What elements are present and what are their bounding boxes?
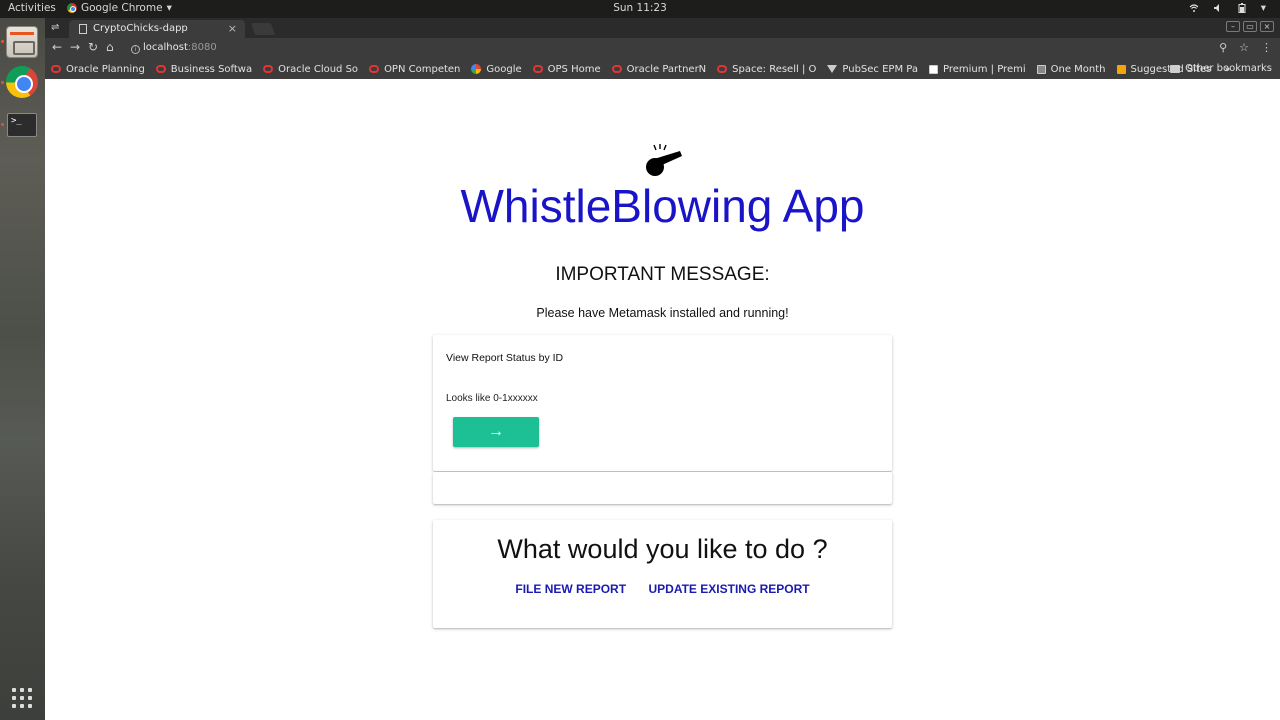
document-icon	[79, 24, 87, 34]
actions-card: What would you like to do ? FILE NEW REP…	[433, 520, 892, 628]
oracle-icon	[369, 65, 380, 73]
site-info-icon[interactable]: i	[131, 45, 140, 54]
bookmark-label: Oracle Planning	[66, 63, 145, 75]
window-controls: – ▭ ×	[1226, 21, 1274, 32]
volume-icon	[1213, 3, 1223, 13]
tab-close-icon[interactable]: ×	[228, 22, 237, 35]
close-window-icon[interactable]: ×	[1260, 21, 1274, 32]
new-tab-button[interactable]	[250, 23, 276, 35]
bookmarks-bar: Oracle Planning Business Softwa Oracle C…	[45, 59, 1280, 79]
bookmark-item[interactable]: Oracle PartnerN	[611, 63, 707, 75]
bookmark-item[interactable]: Google	[471, 63, 522, 75]
report-id-input[interactable]	[446, 393, 546, 404]
oracle-icon	[263, 65, 274, 73]
other-bookmarks-label: Other bookmarks	[1185, 63, 1272, 74]
url-host: localhost	[143, 42, 188, 53]
bookmark-label: PubSec EPM Pa	[842, 63, 918, 75]
bookmark-label: Business Softwa	[170, 63, 253, 75]
triangle-icon	[827, 65, 838, 73]
activities-button[interactable]: Activities	[8, 2, 56, 14]
bookmark-label: Oracle Cloud So	[278, 63, 359, 75]
bookmark-label: Oracle PartnerN	[626, 63, 707, 75]
folder-icon	[1170, 64, 1181, 73]
bookmark-item[interactable]: PubSec EPM Pa	[827, 64, 918, 75]
zoom-icon[interactable]: ⚲	[1219, 41, 1227, 54]
bookmark-item[interactable]: One Month	[1036, 63, 1106, 75]
tab-search-icon[interactable]: ⇌	[51, 22, 59, 33]
bookmark-star-icon[interactable]: ☆	[1239, 41, 1249, 54]
bookmark-label: Premium | Premi	[942, 63, 1026, 75]
bookmark-label: OPS Home	[547, 63, 601, 75]
bookmark-item[interactable]: Oracle Cloud So	[263, 64, 358, 75]
bookmark-item[interactable]: OPN Competen	[369, 64, 460, 75]
terminal-app-icon[interactable]: >_	[7, 113, 37, 137]
important-heading: IMPORTANT MESSAGE:	[555, 264, 770, 285]
caret-down-icon: ▾	[166, 2, 172, 14]
battery-icon	[1237, 3, 1247, 13]
dock: >_	[0, 18, 45, 720]
running-indicator	[1, 40, 4, 43]
power-menu-caret-icon: ▾	[1260, 2, 1266, 14]
bookmark-label: One Month	[1050, 63, 1106, 75]
system-tray[interactable]: ▾	[1189, 2, 1266, 14]
actions-question: What would you like to do ?	[497, 534, 828, 564]
arrow-right-icon: →	[488, 423, 504, 440]
status-card-heading: View Report Status by ID	[446, 352, 564, 364]
browser-toolbar: ← → ↻ ⌂ i localhost:8080 ⚲ ☆ ⋮	[45, 38, 1280, 59]
status-result-card	[433, 472, 892, 504]
clock[interactable]: Sun 11:23	[613, 2, 667, 14]
system-top-bar: Activities Google Chrome ▾ Sun 11:23 ▾	[0, 0, 1280, 18]
bookmark-item[interactable]: Premium | Premi	[928, 63, 1026, 75]
oracle-icon	[532, 65, 543, 73]
tab-title: CryptoChicks-dapp	[93, 23, 188, 34]
metamask-notice: Please have Metamask installed and runni…	[536, 306, 789, 320]
report-status-card: View Report Status by ID →	[433, 335, 892, 471]
bookmark-label: Google	[486, 63, 522, 75]
restore-icon[interactable]: ▭	[1243, 21, 1257, 32]
minimize-icon[interactable]: –	[1226, 21, 1240, 32]
tab-strip: ⇌ CryptoChicks-dapp × – ▭ ×	[45, 18, 1280, 38]
wifi-icon	[1189, 3, 1199, 13]
oracle-icon	[155, 65, 166, 73]
oracle-icon	[51, 65, 61, 73]
file-new-report-button[interactable]: FILE NEW REPORT	[515, 582, 626, 596]
bookmark-item[interactable]: OPS Home	[532, 63, 601, 75]
app-menu[interactable]: Google Chrome ▾	[67, 2, 172, 14]
whistle-icon	[646, 144, 682, 176]
google-icon	[471, 64, 482, 74]
running-indicator	[1, 81, 4, 84]
home-icon[interactable]: ⌂	[106, 40, 114, 54]
tab-active[interactable]: CryptoChicks-dapp ×	[69, 20, 245, 38]
oracle-icon	[611, 65, 622, 73]
bookmark-label: Space: Resell | O	[732, 63, 817, 75]
app-title: WhistleBlowing App	[460, 180, 865, 232]
bookmark-label: OPN Competen	[384, 63, 461, 75]
suggested-sites-icon	[1116, 64, 1126, 74]
bookmark-item[interactable]: Oracle Planning	[51, 64, 145, 75]
page-icon	[928, 64, 938, 74]
update-existing-report-button[interactable]: UPDATE EXISTING REPORT	[648, 582, 809, 596]
chrome-app-icon[interactable]	[6, 66, 38, 98]
bookmark-item[interactable]: Space: Resell | O	[717, 64, 816, 75]
show-applications-icon[interactable]	[12, 688, 32, 708]
calendar-icon	[1036, 64, 1046, 74]
running-indicator	[1, 123, 4, 126]
other-bookmarks[interactable]: Other bookmarks	[1170, 63, 1272, 74]
app-menu-label: Google Chrome	[81, 2, 163, 14]
reload-icon[interactable]: ↻	[88, 40, 98, 54]
back-arrow-icon[interactable]: ←	[52, 40, 62, 54]
web-page: WhistleBlowing App IMPORTANT MESSAGE: Pl…	[45, 79, 1280, 720]
files-app-icon[interactable]	[6, 26, 38, 58]
chrome-mini-icon	[67, 3, 77, 13]
oracle-icon	[717, 65, 728, 73]
url-port: :8080	[187, 42, 217, 53]
bookmark-item[interactable]: Business Softwa	[155, 63, 253, 75]
address-bar[interactable]: i localhost:8080	[123, 40, 1263, 57]
menu-kebab-icon[interactable]: ⋮	[1261, 41, 1272, 54]
forward-arrow-icon[interactable]: →	[70, 40, 80, 54]
view-status-button[interactable]: →	[453, 417, 539, 447]
